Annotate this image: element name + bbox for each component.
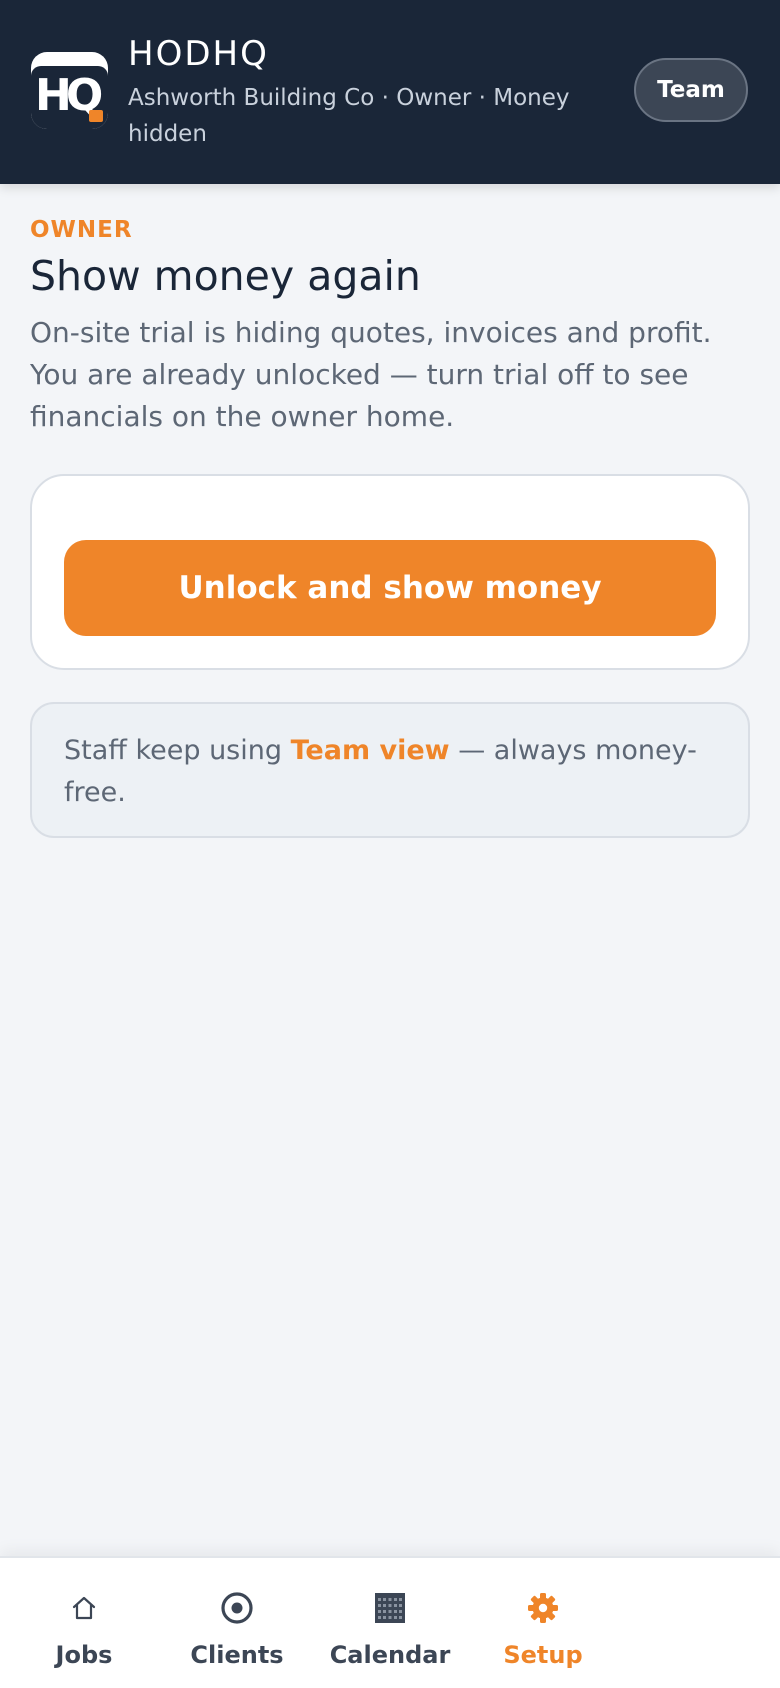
app-subtitle: Ashworth Building Co · Owner · Money hid… [128, 85, 570, 147]
gear-icon [465, 1588, 621, 1628]
nav-item-calendar[interactable]: Calendar [312, 1558, 468, 1688]
unlock-show-money-button[interactable]: Unlock and show money [64, 540, 716, 636]
app-title: HODHQ [128, 34, 269, 74]
page-title: Show money again [30, 252, 421, 300]
nav-label-clients: Clients [190, 1641, 284, 1669]
app-logo: HQ [31, 52, 108, 129]
nav-label-setup: Setup [503, 1641, 583, 1669]
nav-item-clients[interactable]: Clients [159, 1558, 315, 1688]
team-view-link[interactable]: Team view [291, 735, 450, 766]
logo-accent-mark [89, 110, 103, 122]
nav-item-setup[interactable]: Setup [465, 1558, 621, 1688]
page-description: On-site trial is hiding quotes, invoices… [30, 316, 712, 433]
section-eyebrow: OWNER [30, 217, 133, 243]
nav-label-jobs: Jobs [55, 1641, 113, 1669]
calendar-grid-icon [312, 1588, 468, 1628]
app-root: HQ HODHQ Ashworth Building Co · Owner · … [0, 0, 780, 1688]
note-prefix: Staff keep using [64, 735, 291, 766]
nav-label-calendar: Calendar [329, 1641, 451, 1669]
unlock-card: Unlock and show money [30, 474, 750, 670]
team-view-button[interactable]: Team [634, 58, 748, 122]
logo-letters: HQ [35, 70, 103, 121]
app-header: HQ HODHQ Ashworth Building Co · Owner · … [0, 0, 780, 184]
target-icon [159, 1588, 315, 1628]
nav-item-jobs[interactable]: Jobs [6, 1558, 162, 1688]
team-view-note: Staff keep using Team view — always mone… [30, 702, 750, 838]
home-icon [6, 1588, 162, 1628]
bottom-nav: Jobs Clients Calendar Setup [0, 1556, 780, 1688]
